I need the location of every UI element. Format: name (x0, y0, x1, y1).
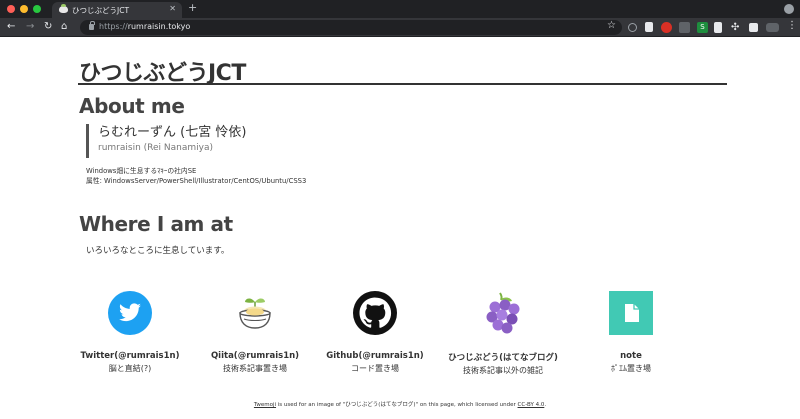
where-text: いろいろなところに生息しています。 (86, 246, 230, 256)
camera-extension-icon[interactable] (766, 23, 779, 32)
page-content: ひつじぶどうJCT About me らむれーずん (七宮 怜依) rumrai… (0, 38, 800, 419)
link-label[interactable]: ひつじぶどう(はてなブログ) (433, 351, 573, 363)
box-extension-icon[interactable] (749, 23, 758, 32)
note-icon[interactable] (608, 290, 654, 336)
shield-extension-icon[interactable] (679, 22, 690, 33)
site-favicon-icon (59, 4, 68, 13)
browser-tab[interactable]: ひつじぶどうJCT ✕ (52, 2, 182, 18)
forward-button[interactable]: → (26, 20, 34, 34)
link-qiita[interactable]: Qiita(@rumrais1n) 技術系記事置き場 (185, 290, 325, 374)
link-hatena-blog[interactable]: ひつじぶどう(はてなブログ) 技術系記事以外の雑記 (433, 290, 573, 376)
address-bar[interactable]: https://rumraisin.tokyo ☆ (80, 20, 622, 35)
profile-icon[interactable] (784, 4, 794, 14)
bio-line: Windows畑に生息するﾏｷｰの社内SE (86, 167, 197, 175)
document-extension-icon[interactable] (714, 22, 722, 33)
license-link[interactable]: CC-BY 4.0 (518, 402, 545, 408)
where-heading: Where I am at (79, 212, 233, 236)
window-close-button[interactable] (7, 5, 15, 13)
github-octocat-icon[interactable] (352, 290, 398, 336)
s-extension-icon[interactable]: S (697, 22, 708, 33)
footer-text: is used for an image of "ひつじぶどう(はてなブログ)"… (276, 402, 518, 408)
grapes-icon[interactable] (480, 290, 526, 336)
link-description: 脳と直結(?) (108, 364, 152, 373)
info-extension-icon[interactable] (628, 23, 637, 32)
reload-button[interactable]: ↻ (44, 20, 52, 34)
link-description: 技術系記事以外の雑記 (463, 366, 543, 375)
tab-close-icon[interactable]: ✕ (169, 4, 176, 13)
home-button[interactable]: ⌂ (61, 20, 67, 34)
link-label[interactable]: Github(@rumrais1n) (305, 351, 445, 361)
bookmark-star-icon[interactable]: ☆ (607, 20, 616, 31)
link-twitter[interactable]: Twitter(@rumrais1n) 脳と直結(?) (60, 290, 200, 374)
window-minimize-button[interactable] (20, 5, 28, 13)
profile-name: らむれーずん (七宮 怜依) (98, 125, 247, 140)
profile-blockquote: らむれーずん (七宮 怜依) rumraisin (Rei Nanamiya) (86, 124, 246, 158)
lock-icon (89, 21, 95, 30)
title-divider (78, 83, 727, 85)
link-description: ﾎﾟｴﾑ置き場 (611, 364, 651, 373)
new-tab-button[interactable]: + (188, 2, 197, 14)
link-note[interactable]: note ﾎﾟｴﾑ置き場 (561, 290, 701, 374)
bio: Windows畑に生息するﾏｷｰの社内SE 属性: WindowsServer/… (86, 166, 306, 186)
twemoji-link[interactable]: Twemoji (254, 402, 276, 408)
link-label[interactable]: note (561, 351, 701, 361)
extensions-puzzle-icon[interactable]: ✣ (731, 22, 742, 33)
twitter-bird-icon[interactable] (107, 290, 153, 336)
link-description: 技術系記事置き場 (223, 364, 287, 373)
links-list: Twitter(@rumrais1n) 脳と直結(?) Qiita(@rumra… (60, 290, 740, 380)
footer-end: . (544, 402, 547, 408)
link-label[interactable]: Qiita(@rumrais1n) (185, 351, 325, 361)
browser-tab-bar: ひつじぶどうJCT ✕ + (0, 0, 800, 18)
link-description: コード置き場 (351, 364, 399, 373)
footer: Twemoji is used for an image of "ひつじぶどう(… (0, 400, 800, 408)
browser-menu-icon[interactable]: ⋮ (787, 20, 798, 31)
profile-name-en: rumraisin (Rei Nanamiya) (98, 143, 213, 153)
qiita-bowl-icon[interactable] (232, 290, 278, 336)
url-text[interactable]: https://rumraisin.tokyo (99, 22, 190, 31)
about-heading: About me (79, 94, 185, 118)
back-button[interactable]: ← (7, 20, 15, 34)
page-extension-icon[interactable] (645, 22, 653, 32)
tab-title: ひつじぶどうJCT (72, 6, 130, 15)
adblock-extension-icon[interactable] (661, 22, 672, 33)
window-maximize-button[interactable] (33, 5, 41, 13)
bio-line: 属性: WindowsServer/PowerShell/Illustrator… (86, 177, 307, 185)
link-github[interactable]: Github(@rumrais1n) コード置き場 (305, 290, 445, 374)
link-label[interactable]: Twitter(@rumrais1n) (60, 351, 200, 361)
